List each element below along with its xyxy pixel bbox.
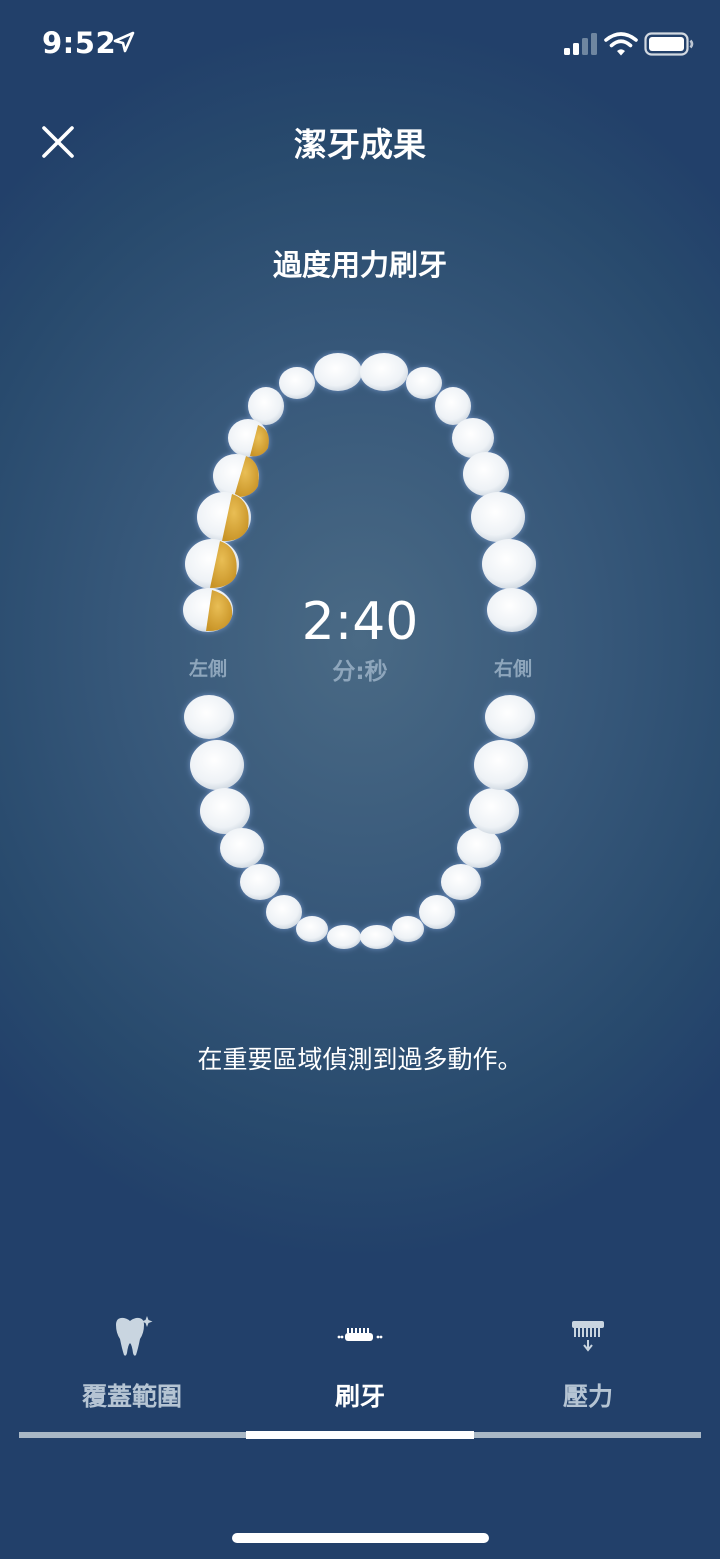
- timer-unit: 分:秒: [332, 659, 388, 685]
- tooth-upper-premolar1-right: [452, 418, 494, 458]
- tooth-lower-molar1-right: [469, 788, 519, 834]
- tab-brushing[interactable]: 刷牙: [240, 1315, 480, 1413]
- tooth-lower-incisor-left: [327, 925, 361, 949]
- wifi-icon: [604, 32, 638, 56]
- tooth-lower-premolar2-left: [220, 828, 264, 868]
- tooth-upper-incisor-right: [360, 353, 408, 391]
- tooth-lower-molar2-right: [474, 740, 528, 790]
- result-message: 在重要區域偵測到過多動作。: [197, 1045, 523, 1074]
- tooth-lower-canine-right: [419, 895, 455, 929]
- tooth-upper-molar1-right: [471, 492, 525, 542]
- tooth-upper-premolar1-left: [228, 419, 269, 457]
- tab-coverage[interactable]: 覆蓋範圍: [12, 1315, 252, 1413]
- tooth-upper-incisor-left: [314, 353, 362, 391]
- tab-pressure[interactable]: 壓力: [468, 1315, 708, 1413]
- tooth-upper-premolar2-left: [213, 454, 259, 498]
- tooth-lower-molar1-left: [200, 788, 250, 834]
- brushing-icon: [337, 1328, 383, 1341]
- battery-icon: [644, 32, 694, 56]
- tooth-lower-lateral-left: [296, 916, 328, 942]
- tooth-sparkle-icon: [116, 1316, 153, 1356]
- tooth-upper-molar2-right: [482, 539, 536, 589]
- tooth-lower-premolar1-left: [240, 864, 280, 900]
- home-indicator[interactable]: [232, 1533, 489, 1543]
- screen-title: 潔牙成果: [294, 125, 426, 164]
- tooth-upper-molar2-left: [185, 539, 239, 589]
- lower-arch: [184, 695, 535, 949]
- tooth-upper-lateral-left: [279, 367, 315, 399]
- tooth-lower-molar2-left: [190, 740, 244, 790]
- pressure-icon: [572, 1321, 604, 1352]
- upper-arch: [183, 353, 537, 632]
- tooth-lower-premolar1-right: [441, 864, 481, 900]
- status-time: 9:52: [42, 26, 117, 60]
- tooth-lower-incisor-right: [360, 925, 394, 949]
- side-right-label: 右側: [493, 658, 532, 680]
- side-left-label: 左側: [188, 658, 227, 680]
- timer-value: 2:40: [301, 592, 419, 652]
- cellular-signal-icon: [564, 33, 597, 55]
- tooth-lower-premolar2-right: [457, 828, 501, 868]
- tab-coverage-label: 覆蓋範圍: [81, 1382, 182, 1411]
- tooth-upper-lateral-right: [406, 367, 442, 399]
- tab-pressure-label: 壓力: [562, 1382, 613, 1411]
- tooth-upper-molar1-left: [197, 492, 251, 542]
- tab-active-indicator: [246, 1431, 474, 1439]
- tooth-lower-molar3-right: [485, 695, 535, 739]
- tooth-lower-molar3-left: [184, 695, 234, 739]
- tooth-lower-lateral-right: [392, 916, 424, 942]
- status-bar: 9:52: [0, 0, 720, 88]
- tooth-upper-premolar2-right: [463, 452, 509, 496]
- tab-brushing-label: 刷牙: [334, 1382, 385, 1411]
- tooth-lower-canine-left: [266, 895, 302, 929]
- section-title: 過度用力刷牙: [272, 248, 447, 282]
- location-arrow-icon: [113, 31, 135, 53]
- tooth-upper-canine-left: [248, 387, 284, 425]
